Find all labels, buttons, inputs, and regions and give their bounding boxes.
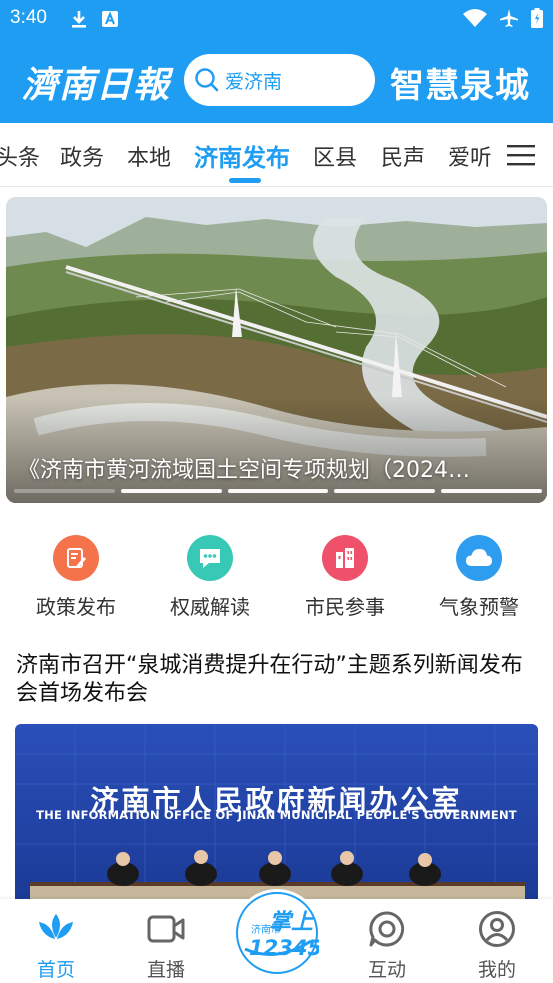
quick-action-citizen[interactable]: 市民参事	[290, 535, 400, 620]
quick-actions: 政策发布 权威解读 市民参事 气象预警	[0, 535, 553, 625]
carousel-dot	[227, 489, 329, 493]
active-tab-indicator	[229, 178, 261, 183]
top-bar: 3:40 濟南日報 爱济南 智慧泉城	[0, 0, 553, 123]
badge-line3: 12345	[249, 936, 319, 960]
search-icon	[195, 68, 219, 92]
category-tabs: 头条 政务 本地 济南发布 区县 民声 爱听	[0, 123, 553, 187]
building-icon	[322, 535, 368, 581]
app-logo[interactable]: 濟南日報	[22, 56, 170, 108]
nav-mine[interactable]: 我的	[457, 909, 537, 982]
cloud-icon	[456, 535, 502, 581]
quick-action-label: 权威解读	[170, 595, 250, 619]
tab-government[interactable]: 政务	[60, 140, 104, 172]
tab-jinan-release[interactable]: 济南发布	[194, 138, 290, 173]
chat-bubble-icon	[187, 535, 233, 581]
nav-label: 我的	[477, 959, 516, 981]
quick-action-weather[interactable]: 气象预警	[424, 535, 534, 620]
nav-label: 首页	[36, 959, 75, 981]
carousel-dot	[334, 489, 436, 493]
quick-action-label: 市民参事	[305, 595, 385, 619]
hotline-badge-icon: 济南市 掌上 12345	[236, 892, 319, 974]
quick-action-interpretation[interactable]: 权威解读	[155, 535, 265, 620]
brand-logo: 智慧泉城	[390, 66, 530, 106]
home-lotus-icon	[16, 909, 96, 949]
tab-headlines[interactable]: 头条	[0, 140, 40, 172]
status-bar: 3:40	[0, 0, 553, 38]
app-header: 濟南日報 爱济南 智慧泉城	[0, 38, 553, 123]
app-a-icon	[102, 11, 118, 27]
document-edit-icon	[53, 535, 99, 581]
nav-label: 直播	[146, 959, 185, 981]
hotline-12345-button[interactable]: 济南市 掌上 12345	[233, 889, 321, 977]
quick-action-policy[interactable]: 政策发布	[21, 535, 131, 620]
download-icon	[72, 11, 86, 28]
banner-caption[interactable]: 《济南市黄河流域国土空间专项规划（2024…	[18, 452, 538, 484]
quick-action-label: 政策发布	[36, 595, 116, 619]
airplane-icon	[500, 9, 518, 27]
chat-ring-icon	[347, 909, 427, 949]
search-input[interactable]: 爱济南	[225, 67, 282, 94]
article-title[interactable]: 济南市召开“泉城消费提升在行动”主题系列新闻发布会首场发布会	[16, 652, 541, 708]
battery-icon	[531, 8, 543, 28]
carousel-dot	[441, 489, 542, 493]
bottom-nav: 首页 直播 济南市 掌上 12345 互动 我的	[0, 889, 553, 983]
quick-action-label: 气象预警	[439, 595, 519, 619]
badge-line2: 掌上	[269, 910, 314, 935]
nav-live[interactable]: 直播	[126, 909, 206, 982]
tab-local[interactable]: 本地	[127, 140, 171, 172]
office-subtitle: THE INFORMATION OFFICE OF JINAN MUNICIPA…	[36, 808, 517, 822]
tab-listen[interactable]: 爱听	[448, 140, 492, 172]
nav-label: 互动	[367, 959, 406, 981]
tab-public-voice[interactable]: 民声	[381, 140, 425, 172]
search-bar[interactable]: 爱济南	[184, 54, 375, 106]
article-image[interactable]: 济南市人民政府新闻办公室 THE INFORMATION OFFICE OF J…	[15, 724, 538, 904]
banner-carousel[interactable]: 《济南市黄河流域国土空间专项规划（2024…	[6, 197, 547, 503]
video-camera-icon	[126, 909, 206, 949]
tab-districts[interactable]: 区县	[313, 140, 357, 172]
wifi-icon	[463, 9, 487, 27]
carousel-indicator	[14, 489, 542, 494]
user-icon	[457, 909, 537, 949]
nav-interact[interactable]: 互动	[347, 909, 427, 982]
nav-home[interactable]: 首页	[16, 909, 96, 982]
status-time: 3:40	[10, 7, 47, 28]
carousel-dot	[120, 489, 222, 493]
carousel-dot	[14, 489, 115, 493]
menu-icon[interactable]	[507, 143, 535, 167]
